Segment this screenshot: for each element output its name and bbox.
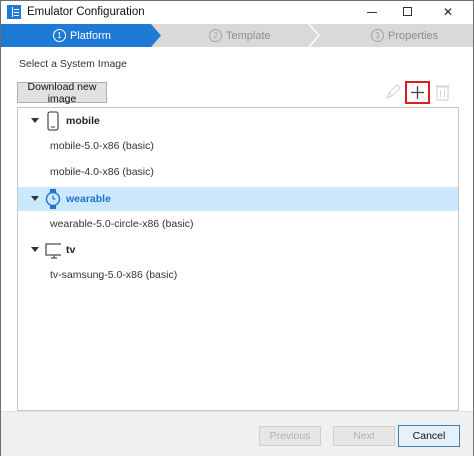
watch-icon (45, 189, 61, 209)
wizard-steps: 1 Platform 2 Template 3 Properties (1, 24, 473, 47)
system-image-tree[interactable]: mobile mobile-5.0-x86 (basic) mobile-4.0… (17, 107, 459, 411)
download-new-image-button[interactable]: Download new image (17, 81, 107, 105)
cancel-button[interactable]: Cancel (398, 425, 460, 447)
tree-category-mobile[interactable]: mobile (18, 109, 458, 133)
close-icon: ✕ (442, 5, 454, 19)
minimize-button[interactable] (355, 1, 389, 23)
tree-item[interactable]: mobile-4.0-x86 (basic) (18, 160, 458, 184)
delete-icon[interactable] (432, 82, 454, 103)
close-button[interactable]: ✕ (431, 1, 465, 23)
emulator-configuration-window: Emulator Configuration ✕ 1 Platform 2 Te… (0, 0, 474, 456)
window-title: Emulator Configuration (27, 6, 145, 18)
list-app-icon (7, 5, 21, 19)
tree-category-tv[interactable]: tv (18, 238, 458, 262)
system-image-label: mobile-5.0-x86 (basic) (50, 140, 154, 152)
system-image-label: tv-samsung-5.0-x86 (basic) (50, 269, 178, 281)
maximize-icon (403, 7, 412, 16)
step-number: 1 (53, 29, 66, 42)
phone-icon (47, 111, 59, 131)
tv-icon (45, 243, 61, 259)
step-number: 2 (209, 29, 222, 42)
category-label: tv (66, 244, 76, 256)
edit-icon[interactable] (382, 82, 404, 103)
previous-button[interactable]: Previous (259, 426, 321, 446)
step-template[interactable]: 2 Template (151, 24, 321, 47)
add-icon[interactable] (405, 81, 430, 104)
category-label: wearable (66, 193, 111, 205)
footer-bar: Previous Next Cancel (1, 411, 473, 456)
tree-item[interactable]: wearable-5.0-circle-x86 (basic) (18, 212, 458, 236)
step-platform[interactable]: 1 Platform (1, 24, 161, 47)
next-button[interactable]: Next (333, 426, 395, 446)
category-label: mobile (66, 115, 100, 127)
system-image-label: mobile-4.0-x86 (basic) (50, 166, 154, 178)
expand-caret-icon[interactable] (31, 196, 39, 201)
title-bar[interactable]: Emulator Configuration ✕ (1, 1, 473, 23)
step-properties[interactable]: 3 Properties (321, 24, 473, 47)
step-label: Properties (388, 29, 439, 42)
step-label: Template (226, 29, 271, 42)
step-number: 3 (371, 29, 384, 42)
expand-caret-icon[interactable] (31, 247, 39, 252)
step-label: Platform (70, 29, 111, 42)
system-image-label: wearable-5.0-circle-x86 (basic) (50, 218, 194, 230)
expand-caret-icon[interactable] (31, 118, 39, 123)
section-label: Select a System Image (19, 58, 127, 70)
minimize-icon (367, 12, 377, 13)
tree-category-wearable[interactable]: wearable (18, 187, 458, 211)
tree-item[interactable]: tv-samsung-5.0-x86 (basic) (18, 263, 458, 287)
maximize-button[interactable] (391, 1, 425, 23)
tree-item[interactable]: mobile-5.0-x86 (basic) (18, 134, 458, 158)
